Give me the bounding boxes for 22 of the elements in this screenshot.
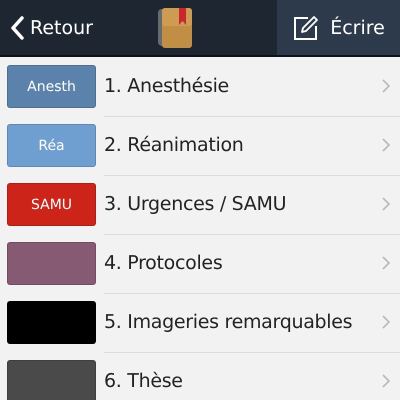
category-tile[interactable]: SAMU — [7, 183, 96, 226]
category-label[interactable]: 1. Anesthésie — [104, 75, 382, 97]
edit-icon — [292, 14, 320, 42]
chevron-right-icon — [382, 374, 390, 388]
chevron-right-icon — [382, 197, 390, 211]
book-icon — [156, 6, 193, 48]
write-button[interactable]: Écrire — [277, 0, 400, 55]
category-tile[interactable] — [7, 242, 96, 285]
category-label[interactable]: 6. Thèse — [104, 370, 382, 392]
chevron-right-icon — [382, 315, 390, 329]
back-chevron-icon — [10, 16, 24, 40]
chevron-right-icon — [382, 256, 390, 270]
category-label[interactable]: 3. Urgences / SAMU — [104, 193, 382, 215]
chevron-right-icon — [382, 138, 390, 152]
category-tile[interactable]: Anesth — [7, 65, 96, 108]
category-label[interactable]: 2. Réanimation — [104, 134, 382, 156]
category-tile[interactable] — [7, 360, 96, 400]
chevron-right-icon — [382, 79, 390, 93]
category-label[interactable]: 5. Imageries remarquables — [104, 311, 382, 333]
category-label[interactable]: 4. Protocoles — [104, 252, 382, 274]
category-tile[interactable] — [7, 301, 96, 344]
back-button[interactable]: Retour — [0, 0, 103, 55]
